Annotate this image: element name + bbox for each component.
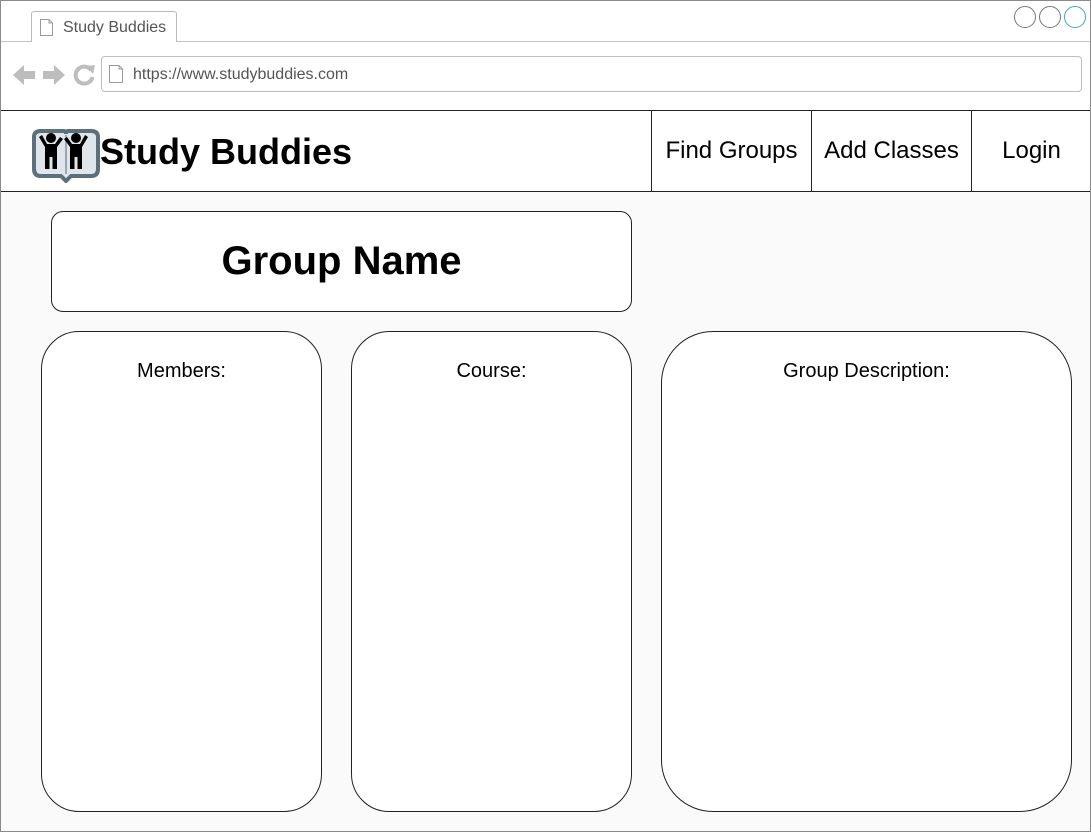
course-panel: Course: xyxy=(351,331,632,812)
browser-tab[interactable]: Study Buddies xyxy=(31,11,177,43)
page-icon xyxy=(40,19,53,36)
navigation-buttons xyxy=(12,62,96,88)
nav-login[interactable]: Login xyxy=(971,111,1090,191)
close-circle-icon[interactable] xyxy=(1064,6,1086,28)
members-panel: Members: xyxy=(41,331,322,812)
forward-arrow-icon[interactable] xyxy=(42,62,66,88)
maximize-circle-icon[interactable] xyxy=(1039,6,1061,28)
browser-window: Study Buddies https://www.studybuddies.c… xyxy=(0,0,1091,832)
nav-add-classes[interactable]: Add Classes xyxy=(811,111,971,191)
tab-strip: Study Buddies xyxy=(1,1,1090,43)
url-text[interactable]: https://www.studybuddies.com xyxy=(133,66,348,84)
reload-icon[interactable] xyxy=(72,62,96,88)
address-row: https://www.studybuddies.com xyxy=(1,42,1090,111)
app-header: Study Buddies Find Groups Add Classes Lo… xyxy=(1,111,1090,192)
brand-title[interactable]: Study Buddies xyxy=(100,131,352,173)
members-label: Members: xyxy=(137,360,226,382)
back-arrow-icon[interactable] xyxy=(12,62,36,88)
group-name-card: Group Name xyxy=(51,211,632,312)
study-buddies-logo-icon[interactable] xyxy=(31,127,101,183)
address-bar[interactable]: https://www.studybuddies.com xyxy=(101,56,1082,92)
window-controls xyxy=(1014,6,1086,28)
group-description-panel: Group Description: xyxy=(661,331,1072,812)
group-name-title: Group Name xyxy=(221,239,462,283)
nav-find-groups[interactable]: Find Groups xyxy=(651,111,811,191)
minimize-circle-icon[interactable] xyxy=(1014,6,1036,28)
course-label: Course: xyxy=(456,360,527,382)
page-icon xyxy=(109,65,123,83)
tab-title: Study Buddies xyxy=(63,19,167,36)
group-description-label: Group Description: xyxy=(783,360,950,382)
